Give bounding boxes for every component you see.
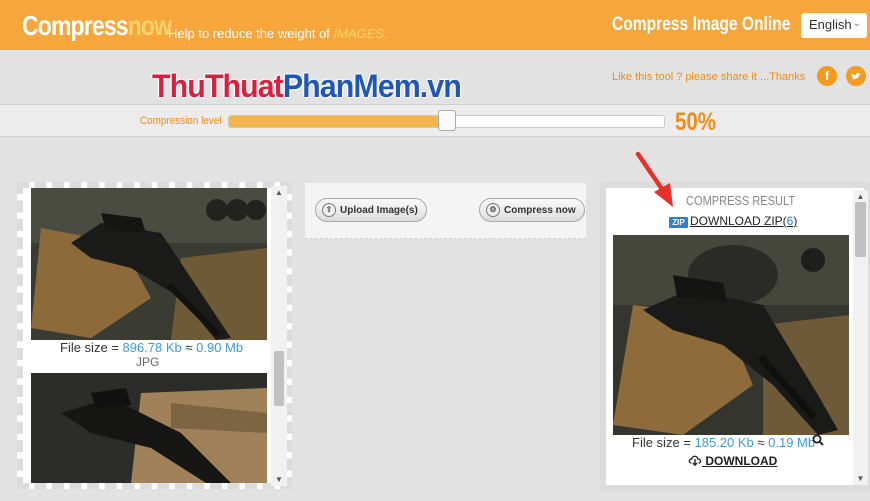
scroll-thumb[interactable] [274,351,284,406]
scroll-up-icon[interactable]: ▲ [271,188,287,197]
download-zip-link[interactable]: DOWNLOAD ZIP(6) [690,214,797,228]
upload-images-button[interactable]: ⇧ Upload Image(s) [315,198,427,222]
source-file-size: File size = 896.78 Kb ≈ 0.90 Mb [60,340,244,355]
result-scrollbar[interactable]: ▲ ▼ [853,190,868,485]
result-image[interactable] [613,235,849,435]
tagline: Help to reduce the weight of IMAGES. [168,26,388,41]
language-select[interactable]: English ⌄ [801,13,867,38]
red-arrow-annotation [632,150,682,215]
compression-slider-fill [229,116,448,127]
upload-icon: ⇧ [322,203,336,217]
compression-label: Compression level [140,115,222,127]
facebook-icon[interactable]: f [817,66,837,86]
page-title: Compress Image Online [612,14,791,35]
scroll-up-icon[interactable]: ▲ [853,192,868,201]
magnifier-icon[interactable] [812,434,824,449]
result-title: COMPRESS RESULT [686,193,796,208]
compression-value: 50% [675,108,717,136]
scroll-down-icon[interactable]: ▼ [853,474,868,483]
app-logo[interactable]: Compressnow [22,10,172,42]
result-file-size: File size = 185.20 Kb ≈ 0.19 Mb [632,435,816,450]
download-link[interactable]: DOWNLOAD [688,454,777,468]
source-list-scrollbar[interactable]: ▲ ▼ [271,186,287,486]
cloud-download-icon [688,454,705,468]
scroll-down-icon[interactable]: ▼ [271,475,287,484]
zip-icon: ZIP [669,217,688,228]
watermark-logo: ThuThuatPhanMem.vn [152,68,462,104]
source-file-type: JPG [136,355,160,369]
compress-now-button[interactable]: ⚙ Compress now [479,198,585,222]
compression-slider-handle[interactable] [437,110,456,131]
chevron-down-icon: ⌄ [852,18,861,29]
source-image-2[interactable] [31,373,267,483]
source-image-1[interactable] [31,188,267,340]
twitter-icon[interactable] [846,66,866,86]
share-text: Like this tool ? please share it ...Than… [612,71,806,83]
scroll-thumb[interactable] [855,202,866,257]
gear-icon: ⚙ [486,203,500,217]
